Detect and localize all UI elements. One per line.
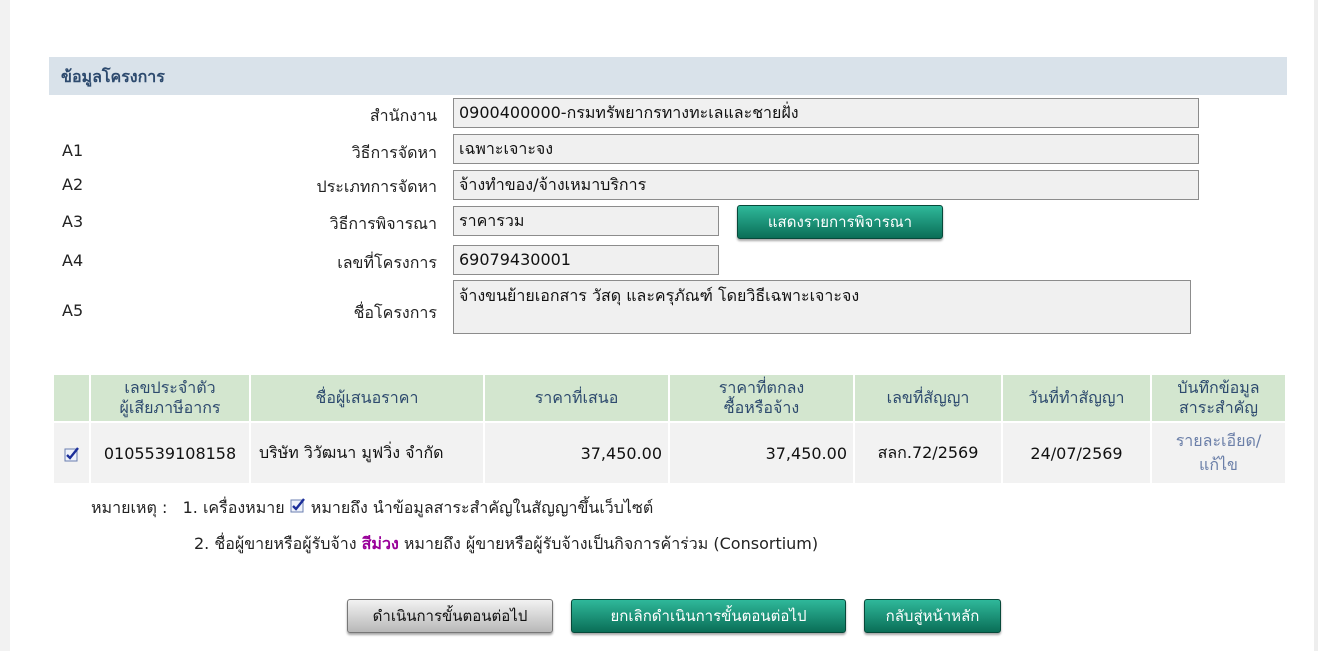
a3-code: A3 xyxy=(62,212,84,231)
col-header-record: บันทึกข้อมูล สาระสำคัญ xyxy=(1150,373,1287,423)
col-header-tax-id: เลขประจำตัว ผู้เสียภาษีอากร xyxy=(89,373,251,423)
offer-price-cell: 37,450.00 xyxy=(483,421,670,485)
contract-no-cell: สลก.72/2569 xyxy=(853,421,1003,485)
col-header-contract-date: วันที่ทำสัญญา xyxy=(1001,373,1152,423)
col-header-agreed-price: ราคาที่ตกลง ซื้อหรือจ้าง xyxy=(668,373,855,423)
checkmark-icon xyxy=(290,497,305,512)
a2-code: A2 xyxy=(62,175,84,194)
col-header-offer-price: ราคาที่เสนอ xyxy=(483,373,670,423)
procurement-method-field: เฉพาะเจาะจง xyxy=(453,134,1199,164)
procurement-type-field: จ้างทำของ/จ้างเหมาบริการ xyxy=(453,170,1199,200)
left-margin xyxy=(0,0,10,651)
back-home-button[interactable]: กลับสู่หน้าหลัก xyxy=(864,599,1001,633)
section-title: ข้อมูลโครงการ xyxy=(49,57,1287,95)
col-header-check xyxy=(52,373,91,423)
a4-code: A4 xyxy=(62,251,84,270)
table-row: 0105539108158 บริษัท วิวัฒนา มูฟวิ่ง จำก… xyxy=(52,421,1287,485)
cancel-next-step-button[interactable]: ยกเลิกดำเนินการขั้นตอนต่อไป xyxy=(571,599,846,633)
consortium-color-label: สีม่วง xyxy=(361,534,399,553)
notes-prefix: หมายเหตุ : xyxy=(91,498,168,517)
procurement-type-label: ประเภทการจัดหา xyxy=(316,177,437,196)
agreed-price-cell: 37,450.00 xyxy=(668,421,855,485)
notes-line-2: 2. ชื่อผู้ขายหรือผู้รับจ้าง สีม่วง หมายถ… xyxy=(194,532,818,557)
project-name-field: จ้างขนย้ายเอกสาร วัสดุ และครุภัณฑ์ โดยวิ… xyxy=(453,280,1191,334)
notes-line-1: หมายเหตุ : 1. เครื่องหมาย หมายถึง นำข้อม… xyxy=(91,496,653,521)
tax-id-cell: 0105539108158 xyxy=(89,421,251,485)
consideration-method-label: วิธีการพิจารณา xyxy=(329,214,437,233)
agency-label: สำนักงาน xyxy=(369,106,437,125)
note-2-end: หมายถึง ผู้ขายหรือผู้รับจ้างเป็นกิจการค้… xyxy=(403,534,819,553)
detail-cell: รายละเอียด/แก้ไข xyxy=(1150,421,1287,485)
procurement-method-label: วิธีการจัดหา xyxy=(351,143,437,162)
project-number-label: เลขที่โครงการ xyxy=(337,253,437,272)
show-consideration-button[interactable]: แสดงรายการพิจารณา xyxy=(737,205,943,239)
project-name-label: ชื่อโครงการ xyxy=(353,303,437,322)
note-1-end: หมายถึง นำข้อมูลสาระสำคัญในสัญญาขึ้นเว็บ… xyxy=(310,498,654,517)
note-2-start: 2. ชื่อผู้ขายหรือผู้รับจ้าง xyxy=(194,534,357,553)
col-header-contract-no: เลขที่สัญญา xyxy=(853,373,1003,423)
next-step-button[interactable]: ดำเนินการขั้นตอนต่อไป xyxy=(347,599,553,633)
bidder-table: เลขประจำตัว ผู้เสียภาษีอากร ชื่อผู้เสนอรา… xyxy=(52,373,1287,485)
a5-code: A5 xyxy=(62,301,84,320)
a1-code: A1 xyxy=(62,141,84,160)
checkmark-icon xyxy=(64,447,79,462)
right-margin xyxy=(1314,0,1318,651)
contract-date-cell: 24/07/2569 xyxy=(1001,421,1152,485)
table-header-row: เลขประจำตัว ผู้เสียภาษีอากร ชื่อผู้เสนอรา… xyxy=(52,373,1287,423)
col-header-bidder: ชื่อผู้เสนอราคา xyxy=(249,373,485,423)
agency-field: 0900400000-กรมทรัพยากรทางทะเลและชายฝั่ง xyxy=(453,98,1199,128)
note-1-start: 1. เครื่องหมาย xyxy=(182,498,285,517)
row-check-cell xyxy=(52,421,91,485)
detail-edit-link[interactable]: รายละเอียด/แก้ไข xyxy=(1176,431,1262,474)
bidder-name-cell: บริษัท วิวัฒนา มูฟวิ่ง จำกัด xyxy=(249,421,485,485)
consideration-method-field: ราคารวม xyxy=(453,206,719,236)
project-number-field: 69079430001 xyxy=(453,245,719,275)
